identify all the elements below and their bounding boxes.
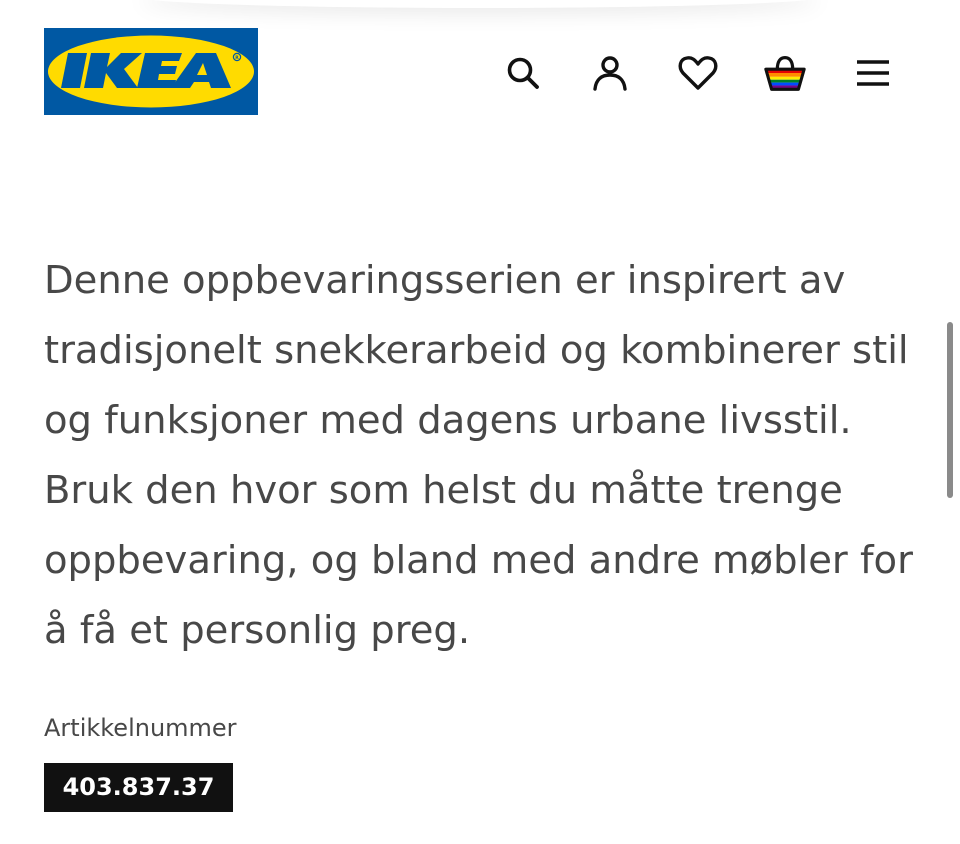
- menu-button[interactable]: [850, 50, 896, 96]
- user-icon: [593, 56, 627, 91]
- shopping-basket-icon: [764, 56, 806, 91]
- site-header: R: [0, 0, 960, 140]
- article-number-label: Artikkelnummer: [44, 714, 237, 742]
- heart-icon: [678, 56, 718, 90]
- product-page: R Denne oppbevaringsserien er inspirert …: [0, 0, 960, 844]
- menu-icon: [857, 60, 889, 86]
- account-button[interactable]: [587, 50, 633, 96]
- svg-text:R: R: [235, 55, 239, 61]
- cart-button[interactable]: [762, 50, 808, 96]
- scrollbar-thumb[interactable]: [947, 322, 953, 498]
- wishlist-button[interactable]: [675, 50, 721, 96]
- product-description: Denne oppbevaringsserien er inspirert av…: [44, 258, 913, 653]
- search-icon: [507, 57, 539, 89]
- ikea-logo[interactable]: R: [44, 28, 258, 115]
- article-number-badge[interactable]: 403.837.37: [44, 763, 233, 812]
- search-button[interactable]: [500, 50, 546, 96]
